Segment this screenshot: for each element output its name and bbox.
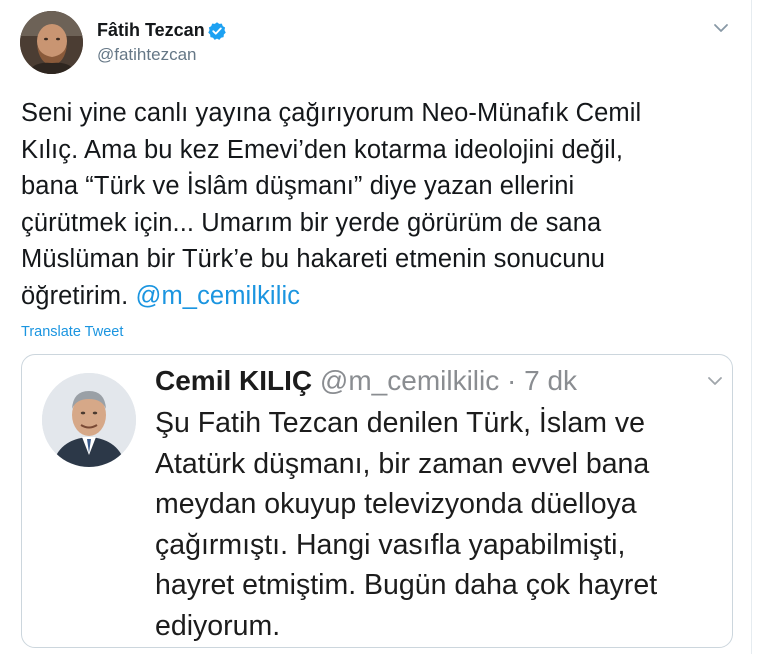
avatar-photo: [42, 373, 136, 467]
quoted-text-line: ediyorum.: [155, 609, 281, 642]
quoted-header: Cemil KILIÇ @m_cemilkilic · 7 dk: [155, 365, 577, 397]
quoted-text-line: Şu Fatih Tezcan denilen Türk, İslam ve: [155, 407, 646, 439]
author-avatar[interactable]: [20, 11, 83, 74]
quoted-text-line: çağırmıştı. Hangi vasıfla yapabilmişti,: [155, 528, 626, 561]
author-handle[interactable]: @fatihtezcan: [97, 45, 196, 65]
quoted-text-line: meydan okuyup televizyonda düelloya: [155, 488, 637, 520]
translate-tweet-link[interactable]: Translate Tweet: [21, 324, 123, 340]
quoted-author-name: Cemil KILIÇ: [155, 365, 313, 396]
quoted-author-meta: @m_cemilkilic · 7 dk: [319, 365, 578, 396]
chevron-down-icon: [708, 377, 722, 385]
avatar-photo: [20, 11, 83, 74]
tweet-text-last-line: öğretirim. @m_cemilkilic: [21, 278, 721, 315]
tweet-card: Fâtih Tezcan @fatihtezcan Seni yine canl…: [0, 0, 752, 654]
verified-badge-icon: [208, 22, 226, 40]
quoted-tweet-text: Şu Fatih Tezcan denilen Türk, İslam ve A…: [155, 403, 725, 646]
quoted-text-line: Atatürk düşmanı, bir zaman evvel bana: [155, 447, 650, 480]
tweet-text-line: Seni yine canlı yayına çağırıyorum Neo-M…: [21, 99, 642, 127]
author-name[interactable]: Fâtih Tezcan: [97, 20, 205, 41]
tweet-text-line: Kılıç. Ama bu kez Emevi’den kotarma ideo…: [21, 135, 624, 164]
tweet-text-line: Müslüman bir Türk’e bu hakareti etmenin …: [21, 245, 606, 274]
tweet-text-line: öğretirim.: [21, 281, 129, 310]
chevron-down-icon[interactable]: [711, 18, 731, 38]
tweet-text: Seni yine canlı yayına çağırıyorum Neo-M…: [21, 95, 721, 315]
quoted-author-avatar: [42, 373, 136, 467]
quoted-text-line: hayret etmiştim. Bugün daha çok hayret: [155, 569, 658, 601]
quoted-tweet-image[interactable]: Cemil KILIÇ @m_cemilkilic · 7 dk Şu Fati…: [21, 354, 733, 648]
tweet-text-line: çürütmek için... Umarım bir yerde görürü…: [21, 208, 602, 237]
mention-link[interactable]: @m_cemilkilic: [135, 282, 300, 310]
tweet-text-line: bana “Türk ve İslâm düşmanı” diye yazan …: [21, 172, 575, 201]
